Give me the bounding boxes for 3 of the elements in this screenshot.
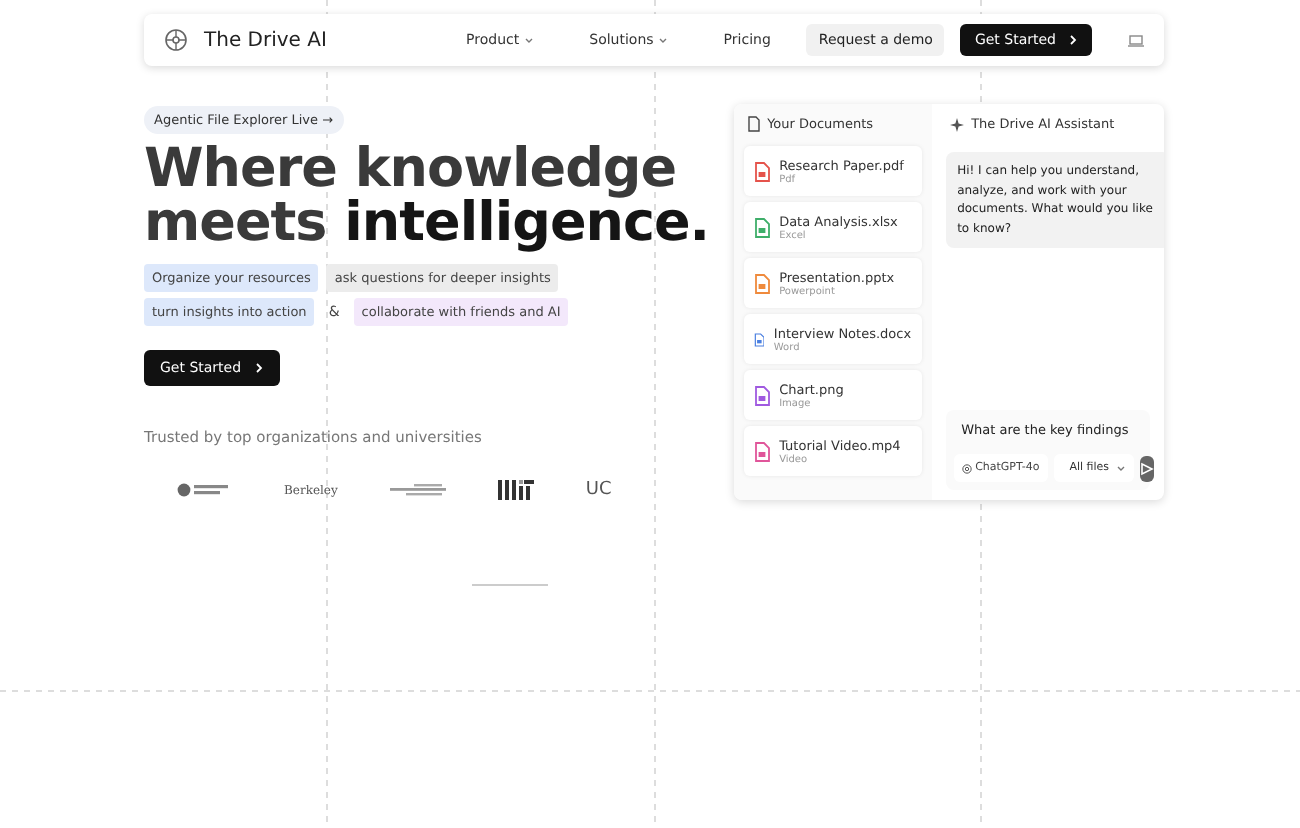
brand-name: The Drive AI	[204, 29, 327, 51]
hero-heading: Where knowledge meets intelligence.	[144, 142, 710, 250]
university-wordmark: UC	[585, 480, 612, 500]
